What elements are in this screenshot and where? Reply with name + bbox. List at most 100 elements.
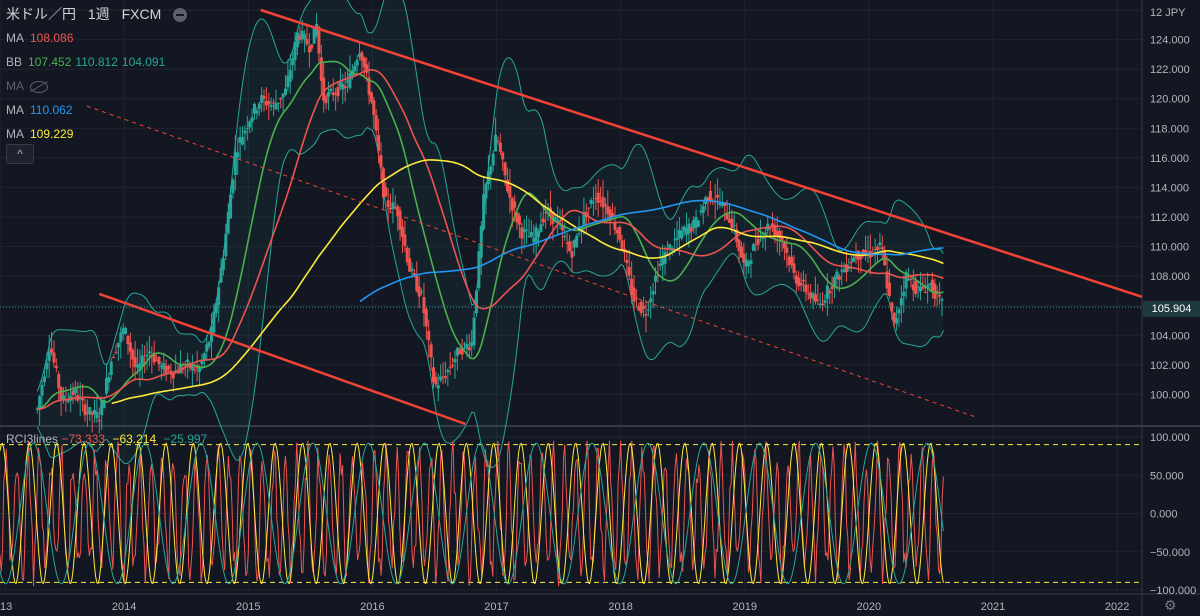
candle-body [782,242,786,249]
candle-body [902,291,906,297]
rci-y-tick-label: 0.000 [1150,509,1178,521]
currency-label: 12 JPY [1150,7,1186,19]
candle-body [119,332,123,342]
candle-body [243,130,247,134]
candle-body [909,279,913,281]
candle-body [589,199,593,204]
candle-body [591,202,595,204]
chart-canvas[interactable]: 100.000102.000104.000106.000108.000110.0… [0,0,1200,616]
x-tick-label: 2014 [112,601,136,613]
candle-body [491,153,495,166]
candle-body [236,152,240,158]
rci-value-long: −25.997 [163,432,208,446]
candle-body [429,344,433,358]
candle-body [785,247,789,254]
candle-body [708,190,712,202]
candle-body [625,260,629,263]
legend-row[interactable]: MA 109.229 [6,127,77,141]
candle-body [620,240,624,251]
candle-body [326,91,330,97]
rci-value-short: −73.333 [61,432,106,446]
x-tick-label: 2021 [981,601,1005,613]
candle-body [651,291,655,295]
candle-body [374,115,378,131]
gear-icon[interactable]: ⚙ [1164,598,1178,612]
candle-body [140,355,144,366]
candle-body [601,196,605,208]
rci-y-tick-label: −100.000 [1150,585,1196,597]
y-tick-label: 100.000 [1150,389,1190,401]
candle-body [47,351,51,361]
legend-row[interactable]: MA 110.062 [6,103,77,117]
candle-body [229,194,233,219]
x-tick-label: 2020 [857,601,881,613]
candle-body [54,366,58,369]
candle-body [50,348,54,353]
candle-body [303,34,307,40]
candle-body [761,238,765,240]
candle-body [245,127,249,129]
candle-body [897,309,901,314]
candle-body [171,372,175,379]
legend-row[interactable]: MA 108.086 [6,31,77,45]
candle-body [167,366,171,370]
candle-body [417,286,421,297]
candle-body [921,286,925,289]
candle-body [603,204,607,206]
candle-body [57,374,61,389]
candle-body [217,287,221,305]
candle-body [384,186,388,197]
candle-body [577,233,581,235]
legend-row[interactable]: MA [6,79,48,93]
legend-row[interactable]: BB 107.452 110.812 104.091 [6,55,169,69]
candle-body [644,314,648,316]
y-tick-label: 112.000 [1150,212,1189,224]
candle-body [355,59,359,66]
candle-body [716,195,720,198]
candle-body [116,342,120,348]
candle-body [279,97,283,100]
legend-label: BB [6,55,23,69]
candle-body [649,298,653,303]
collapse-legend-button[interactable]: ^ [6,144,34,164]
candle-body [224,233,228,257]
candle-body [627,266,631,276]
candle-body [386,200,390,208]
candle-body [107,377,111,383]
candle-body [525,229,529,231]
candle-body [193,369,197,371]
candle-body [813,294,817,302]
legend-value: 107.452 [28,55,72,69]
candle-body [448,366,452,368]
x-tick-label: 2017 [484,601,508,613]
x-tick-label: 2013 [0,601,12,613]
candle-body [288,70,292,82]
candle-body [895,318,899,324]
candle-body [317,26,321,54]
candle-body [517,215,521,225]
candle-body [732,225,736,227]
candle-body [520,227,524,239]
candle-body [241,137,245,145]
rci-y-tick-label: −50.000 [1150,547,1190,559]
y-tick-label: 110.000 [1150,242,1189,254]
rci-y-tick-label: 50.000 [1150,470,1184,482]
candle-body [274,103,278,110]
minus-icon[interactable] [173,8,188,23]
candle-body [513,201,517,208]
interval-label[interactable]: 1週 [88,6,110,22]
y-tick-label: 114.000 [1150,182,1189,194]
candle-body [587,207,591,209]
rci-y-tick-label: 100.000 [1150,432,1190,444]
y-tick-label: 104.000 [1150,330,1190,342]
hidden-eye-icon[interactable] [30,80,48,93]
candle-body [508,185,512,198]
legend-label: MA [6,127,24,141]
candle-body [799,282,803,286]
candle-body [852,257,856,262]
rci-value-mid: −63.214 [112,432,157,446]
legend-label: MA [6,31,24,45]
candle-body [451,365,455,367]
candle-body [696,220,700,227]
candle-body [482,194,486,230]
